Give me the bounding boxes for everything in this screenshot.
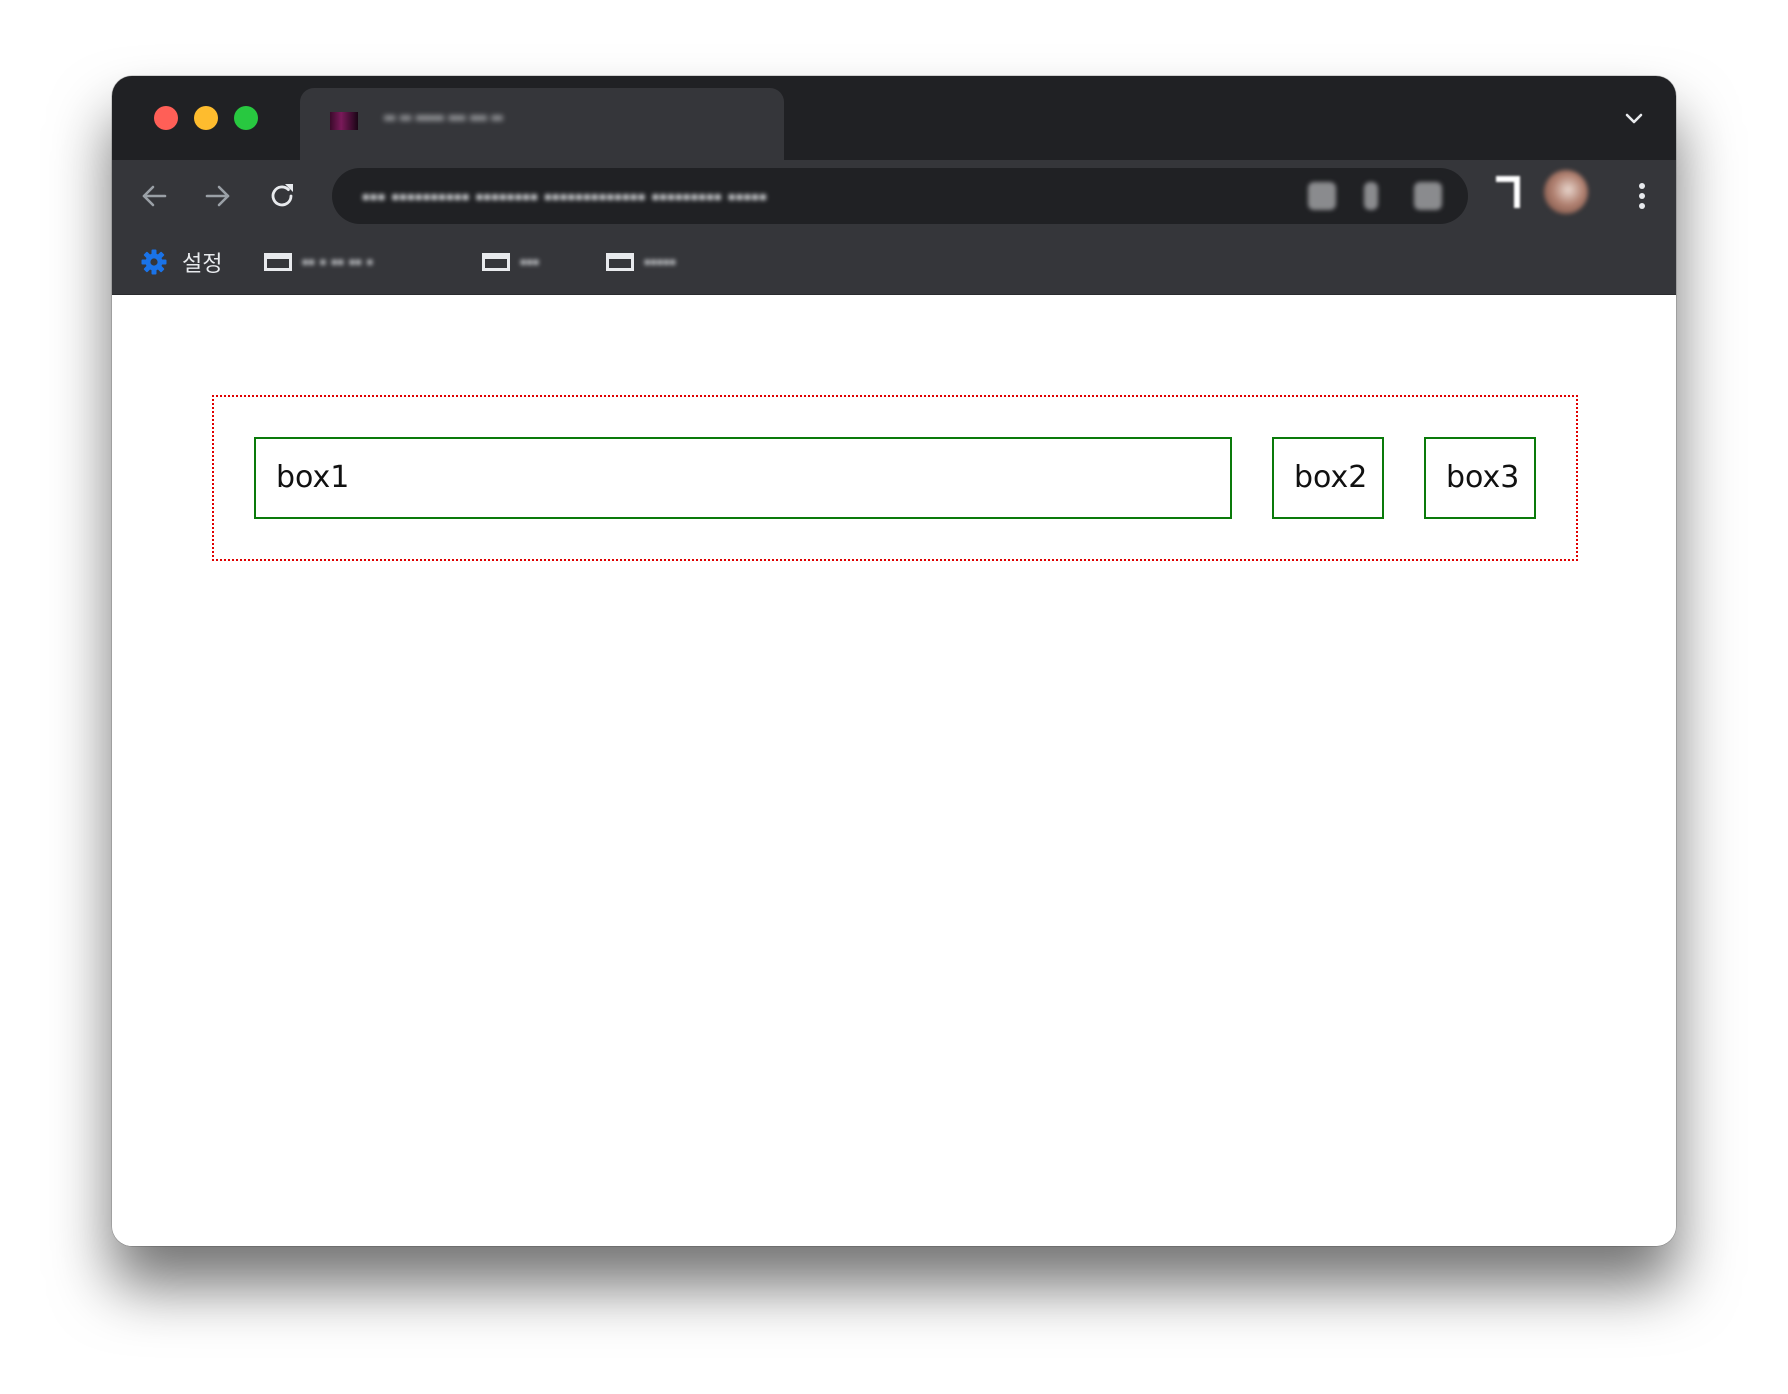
extension-icon[interactable] xyxy=(1364,182,1378,210)
bookmark-label: ▪▪▪▪▪ xyxy=(644,251,676,272)
box-item-3: box3 xyxy=(1424,437,1536,519)
arrow-left-icon xyxy=(142,185,167,207)
maximize-window-button[interactable] xyxy=(234,106,258,130)
folder-icon xyxy=(264,253,292,271)
browser-toolbar: ▪▪▪ ▪▪▪▪▪▪▪▪▪▪ ▪▪▪▪▪▪▪▪ ▪▪▪▪▪▪▪▪▪▪▪▪▪ ▪▪… xyxy=(112,160,1676,232)
minimize-window-button[interactable] xyxy=(194,106,218,130)
close-window-button[interactable] xyxy=(154,106,178,130)
reload-icon xyxy=(271,184,293,207)
browser-menu-button[interactable] xyxy=(1622,174,1662,218)
extension-icon[interactable] xyxy=(1492,174,1528,210)
forward-button[interactable] xyxy=(198,176,238,216)
flex-container: box1 box2 box3 xyxy=(212,395,1578,561)
address-bar-url: ▪▪▪ ▪▪▪▪▪▪▪▪▪▪ ▪▪▪▪▪▪▪▪ ▪▪▪▪▪▪▪▪▪▪▪▪▪ ▪▪… xyxy=(362,184,767,209)
box-item-2: box2 xyxy=(1272,437,1384,519)
bookmark-folder[interactable]: ▪▪ ▪ ▪▪ ▪▪ ▪ xyxy=(264,246,373,278)
tab-title: ▪▪ ▪▪ ▪▪▪▪▪ ▪▪▪ ▪▪▪ ▪▪ xyxy=(384,110,503,127)
bookmarks-bar: 설정 ▪▪ ▪ ▪▪ ▪▪ ▪ ▪▪▪ ▪▪▪▪▪ xyxy=(112,232,1676,295)
profile-avatar[interactable] xyxy=(1544,170,1588,214)
folder-icon xyxy=(606,253,634,271)
kebab-menu-icon xyxy=(1639,183,1645,209)
gear-icon xyxy=(141,249,167,275)
site-favicon-icon xyxy=(330,112,358,130)
active-tab[interactable]: ▪▪ ▪▪ ▪▪▪▪▪ ▪▪▪ ▪▪▪ ▪▪ xyxy=(300,88,784,160)
folder-icon xyxy=(482,253,510,271)
extension-icon[interactable] xyxy=(1414,182,1442,210)
screenshot-stage: ▪▪ ▪▪ ▪▪▪▪▪ ▪▪▪ ▪▪▪ ▪▪ ▪▪▪ ▪▪▪▪▪▪▪▪▪▪ ▪▪… xyxy=(0,0,1788,1394)
extension-icon[interactable] xyxy=(1308,182,1336,210)
page-viewport: box1 box2 box3 xyxy=(112,295,1676,1246)
bookmark-label: 설정 xyxy=(182,251,223,276)
back-button[interactable] xyxy=(134,176,174,216)
arrow-right-icon xyxy=(205,185,230,207)
reload-button[interactable] xyxy=(262,176,302,216)
address-bar[interactable]: ▪▪▪ ▪▪▪▪▪▪▪▪▪▪ ▪▪▪▪▪▪▪▪ ▪▪▪▪▪▪▪▪▪▪▪▪▪ ▪▪… xyxy=(332,168,1468,224)
bookmark-label: ▪▪▪ xyxy=(520,251,540,272)
box-item-1: box1 xyxy=(254,437,1232,519)
tab-strip: ▪▪ ▪▪ ▪▪▪▪▪ ▪▪▪ ▪▪▪ ▪▪ xyxy=(112,76,1676,160)
browser-window: ▪▪ ▪▪ ▪▪▪▪▪ ▪▪▪ ▪▪▪ ▪▪ ▪▪▪ ▪▪▪▪▪▪▪▪▪▪ ▪▪… xyxy=(112,76,1676,1246)
bookmark-folder[interactable]: ▪▪▪▪▪ xyxy=(606,246,676,278)
bookmark-label: ▪▪ ▪ ▪▪ ▪▪ ▪ xyxy=(302,251,374,272)
bookmark-folder[interactable]: ▪▪▪ xyxy=(482,246,539,278)
chevron-down-icon[interactable] xyxy=(1620,104,1648,132)
bookmark-settings[interactable]: 설정 xyxy=(140,246,222,278)
